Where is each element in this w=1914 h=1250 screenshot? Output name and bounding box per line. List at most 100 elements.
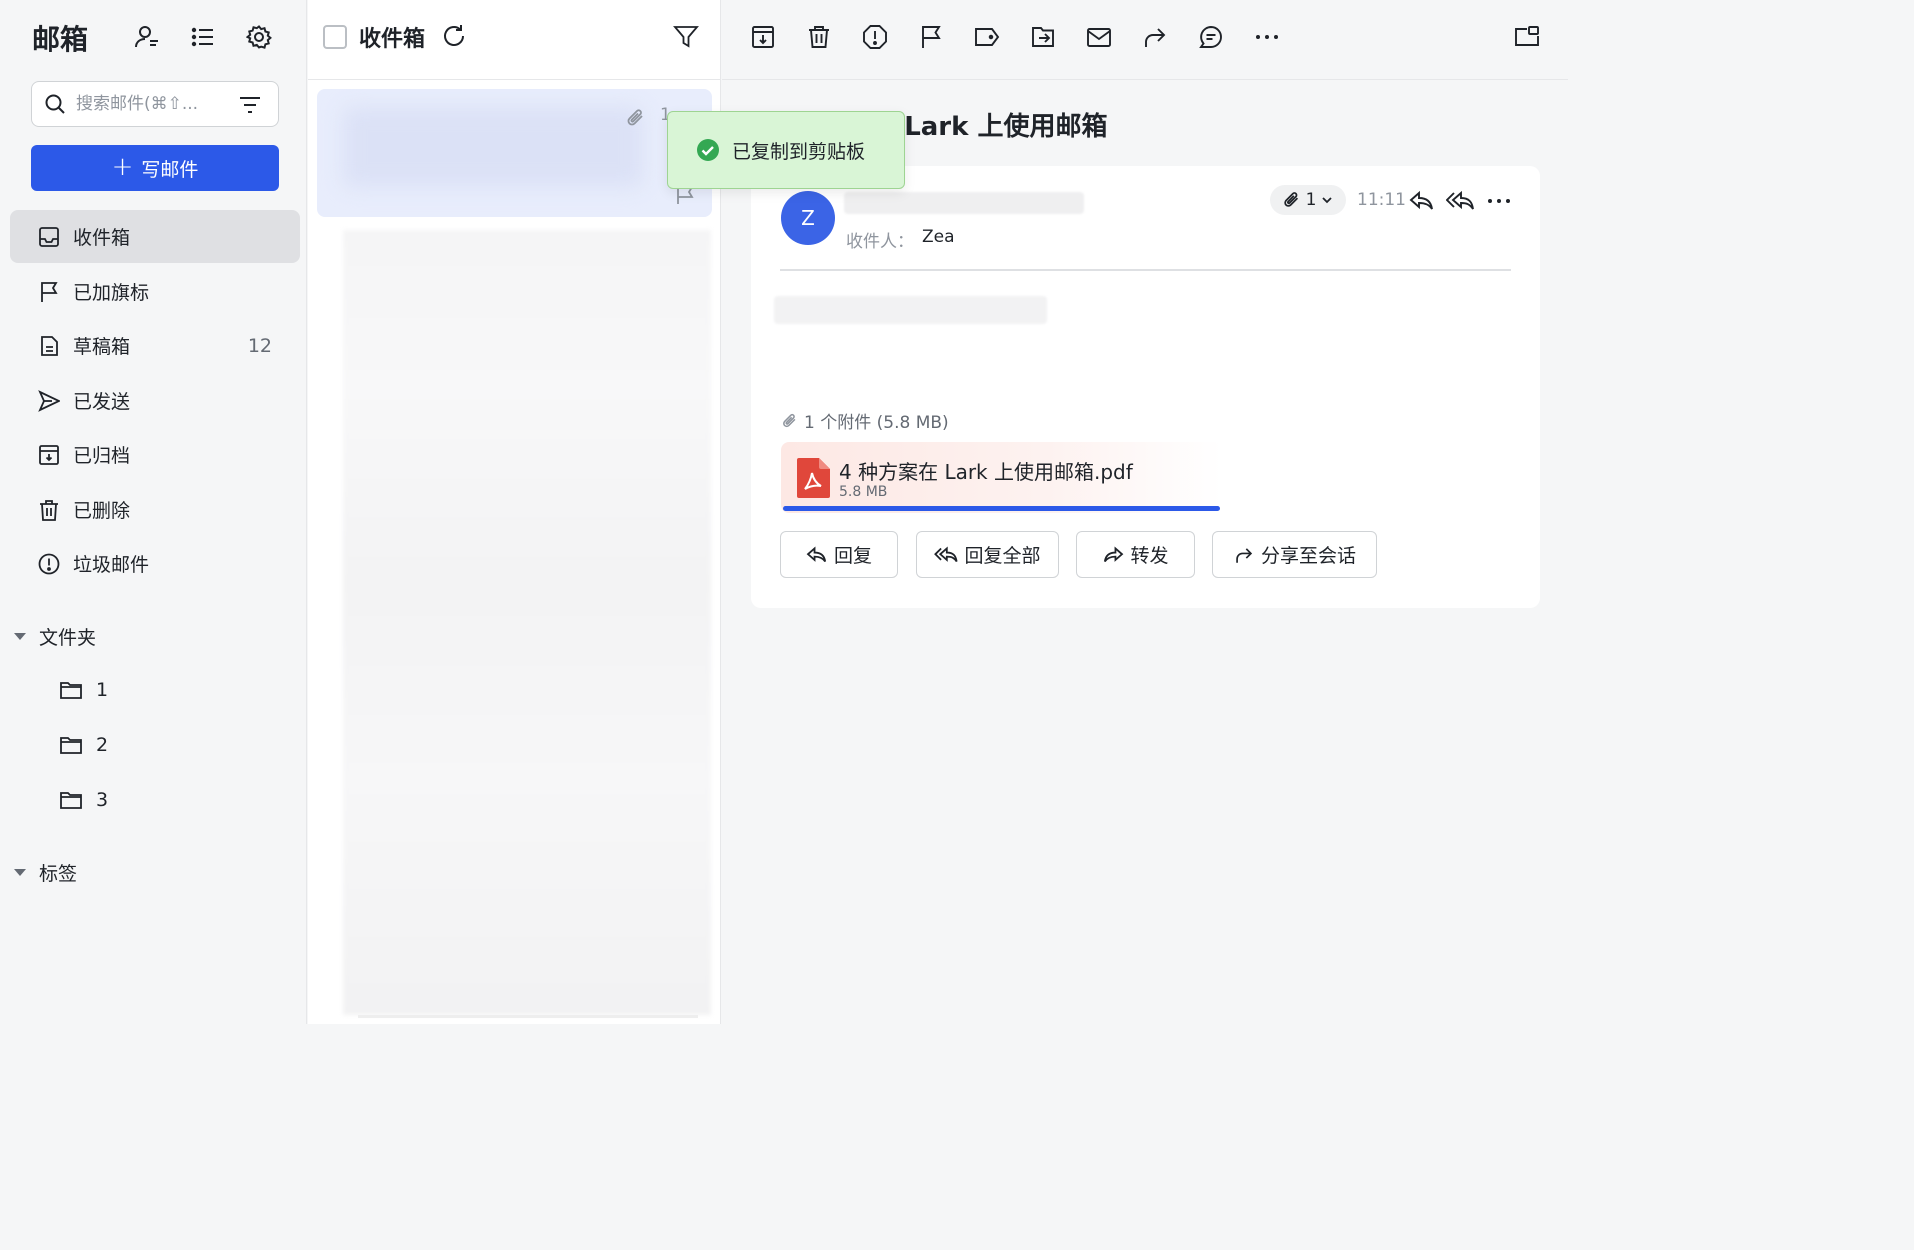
settings-gear-icon[interactable] [244, 22, 274, 52]
blurred-sender-name [844, 192, 1084, 214]
flag-icon [37, 280, 61, 304]
folder-label: 1 [96, 679, 109, 701]
search-box[interactable] [31, 81, 279, 127]
compose-button[interactable]: + 写邮件 [31, 145, 279, 191]
nav-item-deleted[interactable]: 已删除 [10, 483, 300, 536]
folder-item[interactable]: 1 [56, 667, 296, 713]
mail-message-card: Z 收件人： Zea 1 11:11 1 个附件 (5.8 MB) 4 种方案在… [751, 166, 1540, 608]
chevron-down-icon [1322, 197, 1333, 204]
folder-label: 2 [96, 734, 109, 756]
archive-icon [37, 443, 61, 467]
attachment-file-name: 4 种方案在 Lark 上使用邮箱.pdf [839, 460, 1133, 484]
paperclip-icon [1283, 192, 1298, 207]
flag-icon[interactable] [915, 21, 947, 53]
nav-label: 已归档 [73, 445, 131, 467]
reply-all-label: 回复全部 [964, 545, 1041, 567]
labels-label: 标签 [39, 863, 78, 885]
trash-icon[interactable] [803, 21, 835, 53]
reply-all-icon[interactable] [1446, 187, 1474, 215]
header-divider [780, 269, 1511, 271]
nav-item-spam[interactable]: 垃圾邮件 [10, 537, 300, 590]
share-label: 分享至会话 [1260, 545, 1356, 567]
forward-button[interactable]: 转发 [1076, 531, 1195, 578]
spam-report-icon[interactable] [859, 21, 891, 53]
drafts-count: 12 [247, 334, 272, 357]
upload-progress-bar [783, 506, 1220, 511]
nav-item-drafts[interactable]: 草稿箱 12 [10, 319, 300, 372]
archive-icon[interactable] [747, 21, 779, 53]
attachment-file-card[interactable]: 4 种方案在 Lark 上使用邮箱.pdf 5.8 MB [781, 442, 1222, 513]
refresh-icon[interactable] [440, 22, 468, 54]
comment-chat-icon[interactable] [1195, 21, 1227, 53]
folder-item[interactable]: 3 [56, 777, 296, 823]
select-all-checkbox[interactable] [323, 25, 347, 49]
share-icon [1236, 547, 1253, 563]
reply-icon [806, 545, 827, 562]
more-options-icon[interactable] [1485, 187, 1513, 215]
attachments-summary-text: 1 个附件 (5.8 MB) [804, 413, 949, 433]
reply-label: 回复 [833, 545, 872, 567]
nav-label: 收件箱 [73, 227, 131, 249]
mail-list-item-selected[interactable]: 1 [317, 89, 712, 217]
copied-toast: 已复制到剪贴板 [667, 111, 905, 189]
nav-label: 草稿箱 [73, 336, 131, 358]
sender-avatar[interactable]: Z [781, 191, 835, 245]
caret-down-icon [14, 869, 26, 876]
plus-icon: + [111, 152, 134, 182]
nav-label: 已发送 [73, 391, 131, 413]
sidebar: 邮箱 + 写邮件 收件箱 已加旗标 草稿箱 12 已发送 已归档 已删除 [0, 0, 307, 1024]
folders-section-toggle[interactable]: 文件夹 [14, 623, 96, 650]
list-view-icon[interactable] [188, 22, 218, 52]
paperclip-icon [625, 107, 647, 133]
mail-time: 11:11 [1357, 190, 1406, 210]
reply-all-icon [934, 545, 959, 562]
label-tag-icon[interactable] [971, 21, 1003, 53]
pdf-file-icon [796, 458, 830, 502]
compose-label: 写邮件 [141, 158, 199, 181]
trash-icon [37, 498, 61, 522]
reader-toolbar [722, 0, 1568, 80]
attachment-file-size: 5.8 MB [839, 484, 888, 500]
draft-icon [37, 334, 61, 358]
search-icon [45, 94, 65, 114]
app-title: 邮箱 [32, 23, 89, 56]
move-to-folder-icon[interactable] [1027, 21, 1059, 53]
share-to-chat-button[interactable]: 分享至会话 [1212, 531, 1377, 578]
blurred-mail-body [774, 296, 1047, 324]
search-input[interactable] [76, 94, 226, 114]
search-filter-icon[interactable] [238, 94, 262, 116]
mail-list-pane: 收件箱 1 [308, 0, 721, 1024]
list-scrollbar[interactable] [358, 1015, 698, 1018]
more-options-icon[interactable] [1251, 21, 1283, 53]
recipient-label: 收件人： [846, 232, 914, 252]
forward-label: 转发 [1130, 545, 1169, 567]
folder-label: 3 [96, 789, 109, 811]
filter-funnel-icon[interactable] [673, 24, 699, 54]
labels-section-toggle[interactable]: 标签 [14, 859, 77, 886]
nav-item-flagged[interactable]: 已加旗标 [10, 265, 300, 318]
spam-icon [37, 552, 61, 576]
folders-label: 文件夹 [39, 627, 97, 649]
nav-item-sent[interactable]: 已发送 [10, 374, 300, 427]
toast-text: 已复制到剪贴板 [732, 140, 866, 163]
share-icon[interactable] [1139, 21, 1171, 53]
folder-icon [60, 678, 84, 702]
nav-item-inbox[interactable]: 收件箱 [10, 210, 300, 263]
caret-down-icon [14, 633, 26, 640]
nav-item-archived[interactable]: 已归档 [10, 428, 300, 481]
reply-icon[interactable] [1408, 187, 1436, 215]
folder-item[interactable]: 2 [56, 722, 296, 768]
nav-label: 已加旗标 [73, 282, 150, 304]
recipient-value[interactable]: Zea [922, 227, 955, 247]
reply-button[interactable]: 回复 [780, 531, 898, 578]
mark-unread-mail-icon[interactable] [1083, 21, 1115, 53]
blurred-preview [343, 107, 643, 187]
send-icon [37, 389, 61, 413]
attachment-count: 1 [1305, 190, 1317, 210]
list-header: 收件箱 [308, 0, 721, 80]
contacts-icon[interactable] [132, 22, 162, 52]
reply-all-button[interactable]: 回复全部 [916, 531, 1059, 578]
open-in-new-window-icon[interactable] [1511, 21, 1543, 53]
folder-icon [60, 788, 84, 812]
attachment-count-pill[interactable]: 1 [1270, 185, 1346, 215]
